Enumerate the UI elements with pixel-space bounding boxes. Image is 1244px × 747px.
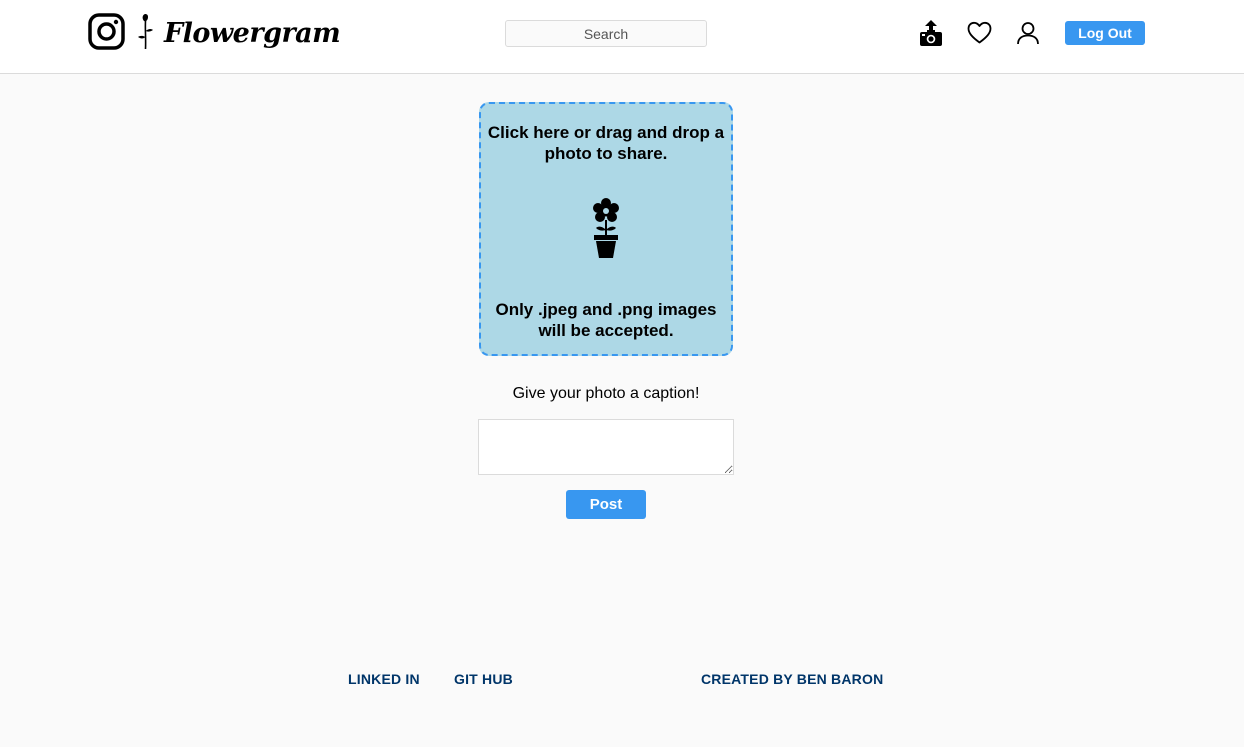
- heart-icon[interactable]: [967, 21, 992, 45]
- footer-linkedin-link[interactable]: LINKED IN: [348, 671, 420, 687]
- caption-input[interactable]: [478, 419, 734, 475]
- dropzone-instruction: Click here or drag and drop a photo to s…: [487, 123, 725, 163]
- logout-button[interactable]: Log Out: [1065, 21, 1145, 45]
- instagram-icon[interactable]: [88, 13, 125, 50]
- search-input[interactable]: [505, 20, 707, 47]
- post-button[interactable]: Post: [566, 490, 646, 519]
- footer-credit-link[interactable]: CREATED BY BEN BARON: [701, 671, 883, 687]
- top-navbar: Flowergram Log Out: [0, 0, 1244, 74]
- rose-icon: [138, 14, 153, 50]
- flower-pot-icon: [593, 198, 619, 258]
- photo-upload-dropzone[interactable]: Click here or drag and drop a photo to s…: [479, 102, 733, 356]
- user-icon[interactable]: [1016, 21, 1040, 45]
- upload-photo-icon[interactable]: [919, 19, 943, 47]
- brand-logo-text[interactable]: Flowergram: [164, 14, 341, 54]
- footer-github-link[interactable]: GIT HUB: [454, 671, 513, 687]
- accepted-formats-note: Only .jpeg and .png images will be accep…: [495, 300, 717, 340]
- caption-label: Give your photo a caption!: [512, 385, 700, 402]
